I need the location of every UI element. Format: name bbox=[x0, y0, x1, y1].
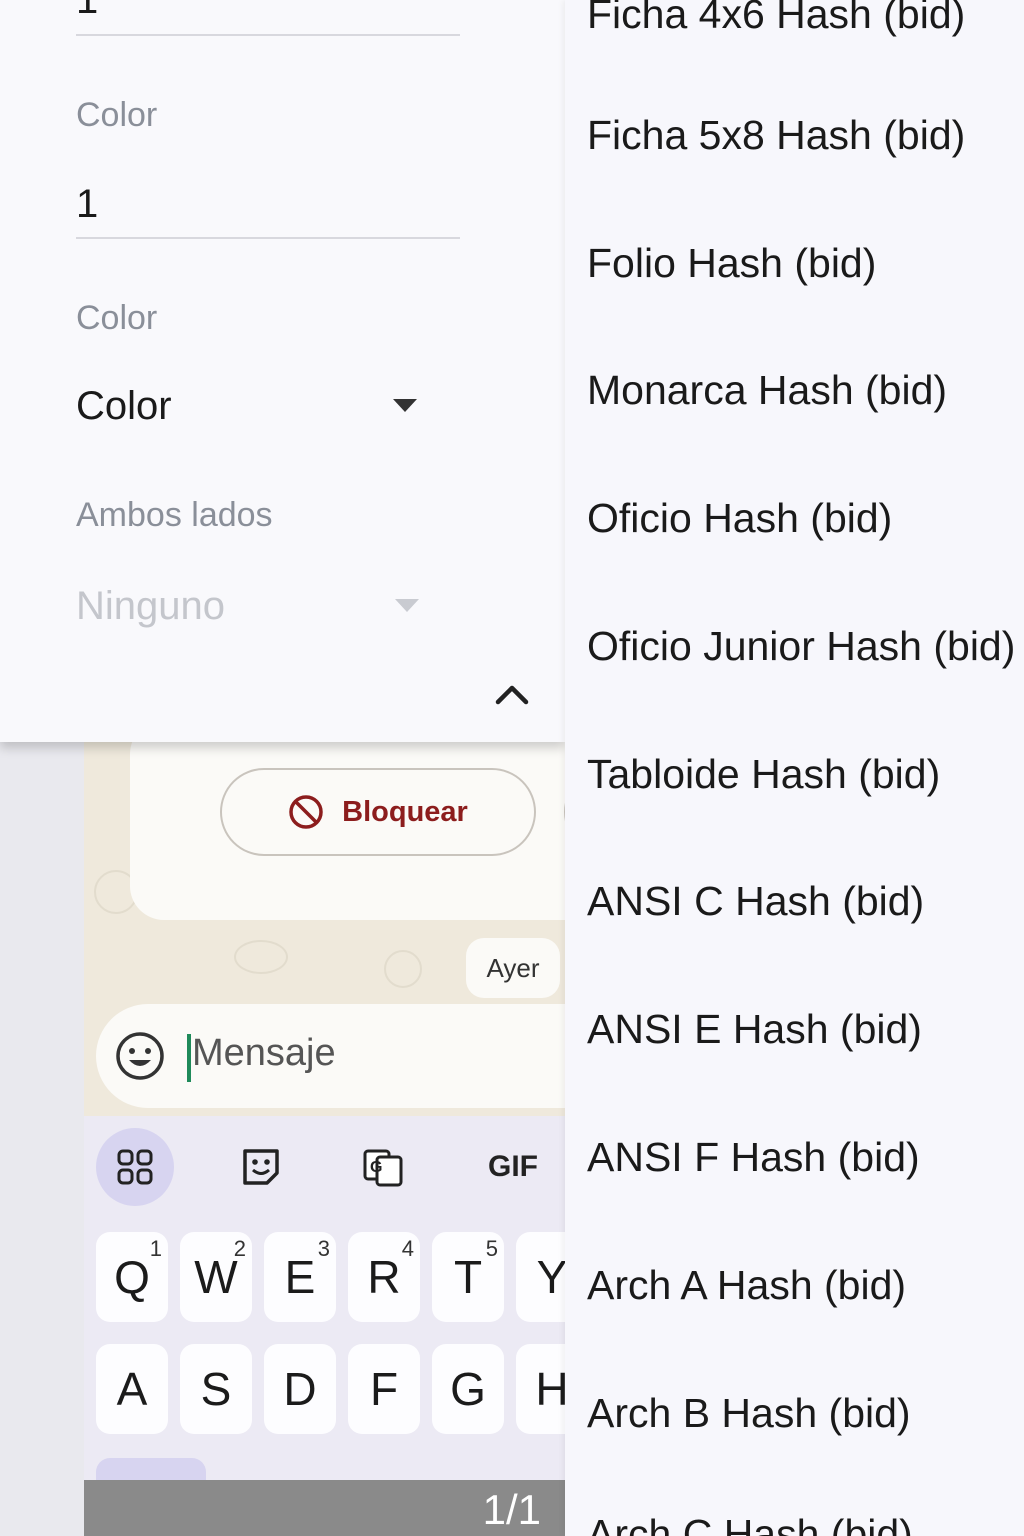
key-label: E bbox=[284, 1251, 316, 1303]
paper-size-option[interactable]: ANSI E Hash (bid) bbox=[565, 965, 1024, 1093]
key-q[interactable]: Q 1 bbox=[96, 1232, 168, 1322]
duplex-label: Ambos lados bbox=[76, 496, 273, 534]
copies-value[interactable]: 1 bbox=[76, 0, 98, 23]
date-chip: Ayer bbox=[466, 938, 560, 998]
sticker-icon bbox=[243, 1149, 279, 1185]
page-indicator-bar: 1/1 bbox=[84, 1480, 565, 1536]
translate-button[interactable]: G bbox=[344, 1128, 422, 1206]
svg-text:G: G bbox=[370, 1159, 382, 1176]
color-field-label: Color bbox=[76, 96, 158, 134]
paper-size-option[interactable]: Folio Hash (bid) bbox=[565, 199, 1024, 327]
paper-size-option[interactable]: ANSI F Hash (bid) bbox=[565, 1093, 1024, 1221]
page-indicator: 1/1 bbox=[482, 1486, 541, 1533]
field-underline bbox=[76, 34, 460, 36]
key-label: R bbox=[367, 1251, 401, 1303]
key-f[interactable]: F bbox=[348, 1344, 420, 1434]
paper-size-option[interactable]: Arch A Hash (bid) bbox=[565, 1221, 1024, 1349]
key-hint: 4 bbox=[401, 1236, 414, 1261]
color-mode-select[interactable]: Color bbox=[76, 384, 172, 429]
wallpaper-doodle bbox=[384, 950, 422, 988]
key-g[interactable]: G bbox=[432, 1344, 504, 1434]
block-button-label: Bloquear bbox=[342, 795, 468, 828]
paper-size-dropdown-list: Ficha 4x6 Hash (bid) Ficha 5x8 Hash (bid… bbox=[565, 0, 1024, 1536]
paper-size-option[interactable]: Arch C Hash (bid) bbox=[565, 1470, 1024, 1536]
key-label: W bbox=[194, 1251, 238, 1303]
key-label: Y bbox=[536, 1251, 565, 1303]
paper-size-option[interactable]: ANSI C Hash (bid) bbox=[565, 837, 1024, 965]
sticker-button[interactable] bbox=[222, 1128, 300, 1206]
key-t[interactable]: T 5 bbox=[432, 1232, 504, 1322]
block-icon bbox=[289, 795, 323, 829]
wallpaper-doodle bbox=[234, 940, 288, 974]
key-hint: 5 bbox=[485, 1236, 498, 1261]
emoji-icon[interactable] bbox=[114, 1030, 166, 1082]
key-label: Q bbox=[114, 1251, 150, 1303]
message-input[interactable]: Mensaje bbox=[192, 1032, 336, 1075]
key-w[interactable]: W 2 bbox=[180, 1232, 252, 1322]
dropdown-arrow-icon bbox=[395, 599, 419, 612]
key-h[interactable]: H bbox=[516, 1344, 565, 1434]
color-mode-label: Color bbox=[76, 299, 158, 337]
text-caret bbox=[187, 1034, 191, 1082]
chevron-up-icon[interactable] bbox=[492, 676, 532, 712]
grid-icon bbox=[117, 1149, 153, 1185]
field-underline bbox=[76, 237, 460, 239]
key-e[interactable]: E 3 bbox=[264, 1232, 336, 1322]
key-label: T bbox=[453, 1251, 483, 1303]
key-r[interactable]: R 4 bbox=[348, 1232, 420, 1322]
key-s[interactable]: S bbox=[180, 1344, 252, 1434]
print-settings-panel: 1 Color 1 Color Color Ambos lados Ningun… bbox=[0, 0, 565, 742]
translate-icon: G bbox=[363, 1149, 403, 1187]
contact-card: Bloquear bbox=[130, 740, 565, 920]
color-count-input[interactable]: 1 bbox=[76, 182, 98, 227]
paper-size-option[interactable]: Oficio Hash (bid) bbox=[565, 454, 1024, 582]
paper-size-option[interactable]: Monarca Hash (bid) bbox=[565, 326, 1024, 454]
key-hint: 3 bbox=[317, 1236, 330, 1261]
block-button[interactable]: Bloquear bbox=[220, 768, 536, 856]
paper-size-option[interactable]: Tabloide Hash (bid) bbox=[565, 710, 1024, 838]
key-d[interactable]: D bbox=[264, 1344, 336, 1434]
paper-size-option[interactable]: Oficio Junior Hash (bid) bbox=[565, 582, 1024, 710]
apps-grid-button[interactable] bbox=[96, 1128, 174, 1206]
duplex-select: Ninguno bbox=[76, 584, 226, 628]
key-y[interactable]: Y bbox=[516, 1232, 565, 1322]
paper-size-option[interactable]: Ficha 4x6 Hash (bid) bbox=[565, 0, 1024, 78]
key-a[interactable]: A bbox=[96, 1344, 168, 1434]
chat-background: Bloquear Ayer Mensaje G GIF Q 1 W 2 E 3 … bbox=[84, 740, 565, 1536]
paper-size-option[interactable]: Arch B Hash (bid) bbox=[565, 1349, 1024, 1477]
key-hint: 1 bbox=[149, 1236, 162, 1261]
keyboard: G GIF Q 1 W 2 E 3 R 4 T 5 Y A S D F G H … bbox=[84, 1116, 565, 1536]
message-bar[interactable]: Mensaje bbox=[96, 1004, 565, 1108]
gif-button[interactable]: GIF bbox=[474, 1128, 552, 1206]
key-hint: 2 bbox=[233, 1236, 246, 1261]
dropdown-arrow-icon[interactable] bbox=[393, 399, 417, 412]
paper-size-option[interactable]: Ficha 5x8 Hash (bid) bbox=[565, 71, 1024, 199]
keyboard-toolbar: G GIF bbox=[84, 1116, 565, 1216]
